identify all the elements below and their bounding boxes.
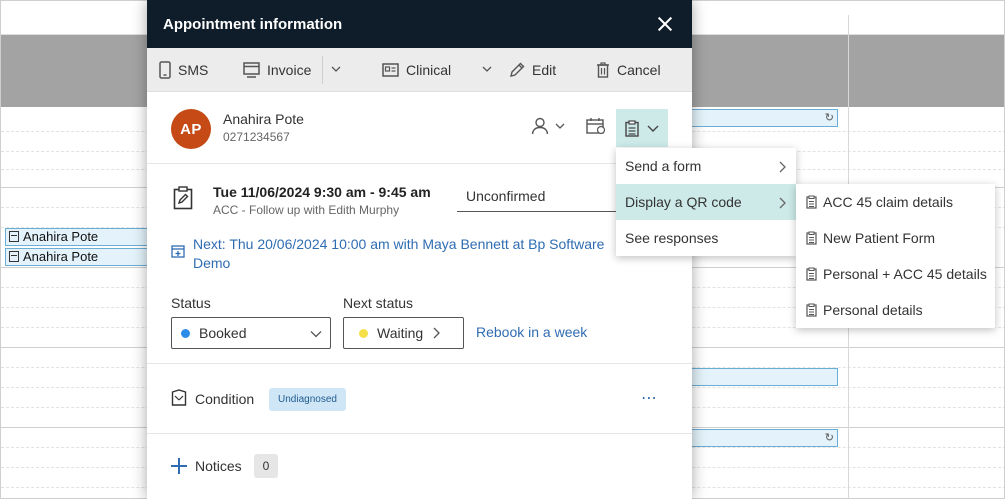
menu-item-label: Send a form	[625, 158, 702, 174]
qr-code-submenu: ACC 45 claim details New Patient Form Pe…	[796, 184, 995, 328]
recurring-icon: ↻	[824, 112, 834, 124]
condition-badge: Undiagnosed	[269, 388, 346, 411]
status-label: Status	[171, 295, 211, 311]
clipboard-icon	[806, 195, 817, 209]
clipboard-icon	[9, 251, 19, 262]
pencil-icon	[510, 62, 525, 77]
calendar-plus-icon	[171, 245, 185, 258]
calendar-appointment-chip[interactable]: Anahira Pote	[5, 248, 151, 266]
status-value: Booked	[199, 325, 247, 341]
calendar-appointment-block[interactable]: ↻	[691, 429, 838, 447]
status-dot-icon	[181, 328, 190, 338]
appointment-datetime: Tue 11/06/2024 9:30 am - 9:45 am	[213, 184, 431, 200]
clinical-card-icon	[382, 63, 399, 77]
toolbar-separator	[322, 56, 323, 84]
invoice-icon	[243, 62, 260, 78]
modal-title: Appointment information	[163, 15, 343, 33]
chevron-right-icon	[433, 327, 441, 339]
submenu-item-personal-acc45-details[interactable]: Personal + ACC 45 details	[796, 256, 995, 292]
submenu-item-personal-details[interactable]: Personal details	[796, 292, 995, 328]
menu-item-label: See responses	[625, 230, 719, 246]
calendar-appointment-block[interactable]	[691, 368, 838, 386]
appointment-modal: Appointment information SMS Invoice Clin…	[147, 0, 692, 499]
sms-label: SMS	[178, 62, 209, 78]
person-icon	[531, 117, 549, 135]
submenu-item-new-patient-form[interactable]: New Patient Form	[796, 220, 995, 256]
next-appointment-link[interactable]: Next: Thu 20/06/2024 10:00 am with Maya …	[193, 235, 633, 273]
next-status-label: Next status	[343, 295, 414, 311]
clinical-button[interactable]: Clinical	[382, 48, 451, 92]
forms-dropdown-menu: Send a form Display a QR code See respon…	[616, 148, 796, 256]
appointment-description: ACC - Follow up with Edith Murphy	[213, 203, 400, 217]
plus-icon	[171, 458, 187, 474]
calendar-icon	[586, 118, 606, 135]
menu-item-send-form[interactable]: Send a form	[616, 148, 796, 184]
submenu-item-acc45-claim-details[interactable]: ACC 45 claim details	[796, 184, 995, 220]
clipboard-icon	[9, 231, 19, 242]
invoice-chevron-down-icon[interactable]	[331, 64, 341, 74]
notices-label: Notices	[195, 458, 242, 474]
clipboard-pen-icon	[173, 186, 193, 210]
edit-label: Edit	[532, 62, 557, 78]
confirmation-select[interactable]: Unconfirmed	[457, 182, 627, 212]
invoice-label: Invoice	[267, 62, 312, 78]
submenu-item-label: ACC 45 claim details	[823, 194, 953, 210]
chevron-down-icon	[555, 123, 565, 129]
next-status-dot-icon	[359, 328, 368, 338]
clipboard-icon	[806, 231, 817, 245]
menu-item-display-qr-code[interactable]: Display a QR code	[616, 184, 796, 220]
notices-row[interactable]: Notices 0	[147, 434, 692, 498]
condition-label: Condition	[195, 391, 255, 407]
submenu-item-label: Personal details	[823, 302, 923, 318]
recurring-icon: ↻	[824, 432, 834, 444]
rebook-link[interactable]: Rebook in a week	[476, 324, 587, 340]
clipboard-icon	[806, 267, 817, 281]
appointment-section: Tue 11/06/2024 9:30 am - 9:45 am ACC - F…	[147, 164, 692, 364]
clinical-label: Clinical	[406, 62, 452, 78]
status-select[interactable]: Booked	[171, 317, 331, 349]
condition-icon	[171, 389, 187, 406]
patient-phone: 0271234567	[223, 130, 290, 144]
calendar-button[interactable]	[586, 112, 606, 140]
next-status-button[interactable]: Waiting	[343, 317, 464, 349]
edit-button[interactable]: Edit	[509, 48, 556, 92]
phone-icon	[159, 61, 171, 79]
chevron-down-icon	[647, 125, 659, 132]
modal-header: Appointment information	[147, 0, 692, 48]
more-options-icon[interactable]: ⋯	[641, 388, 658, 408]
toolbar: SMS Invoice Clinical Edit Cancel	[147, 48, 692, 92]
submenu-item-label: New Patient Form	[823, 230, 936, 246]
calendar-appointment-name: Anahira Pote	[23, 229, 99, 244]
submenu-item-label: Personal + ACC 45 details	[823, 266, 987, 282]
calendar-appointment-chip[interactable]: Anahira Pote	[5, 228, 151, 246]
calendar-appointment-name: Anahira Pote	[23, 249, 99, 264]
clipboard-icon	[625, 119, 639, 137]
clinical-chevron-down-icon[interactable]	[482, 64, 492, 74]
menu-item-see-responses[interactable]: See responses	[616, 220, 796, 256]
avatar[interactable]: AP	[171, 109, 211, 149]
chevron-right-icon	[779, 161, 786, 173]
notices-count-badge: 0	[254, 454, 278, 478]
cancel-label: Cancel	[617, 62, 661, 78]
forms-menu-button[interactable]	[616, 109, 668, 147]
close-icon[interactable]	[654, 13, 676, 35]
calendar-appointment-block[interactable]: ↻	[691, 109, 838, 127]
patient-row: AP Anahira Pote 0271234567	[147, 92, 692, 164]
next-status-value: Waiting	[377, 325, 424, 341]
invoice-button[interactable]: Invoice	[243, 48, 311, 92]
trash-icon	[597, 62, 609, 78]
clipboard-icon	[806, 303, 817, 317]
menu-item-label: Display a QR code	[625, 194, 742, 210]
condition-row: Condition Undiagnosed ⋯	[147, 364, 692, 434]
cancel-button[interactable]: Cancel	[596, 48, 661, 92]
chevron-right-icon	[779, 197, 786, 209]
patient-menu-button[interactable]	[531, 112, 565, 140]
chevron-down-icon	[310, 331, 322, 338]
patient-name[interactable]: Anahira Pote	[223, 111, 304, 127]
sms-button[interactable]: SMS	[159, 48, 208, 92]
